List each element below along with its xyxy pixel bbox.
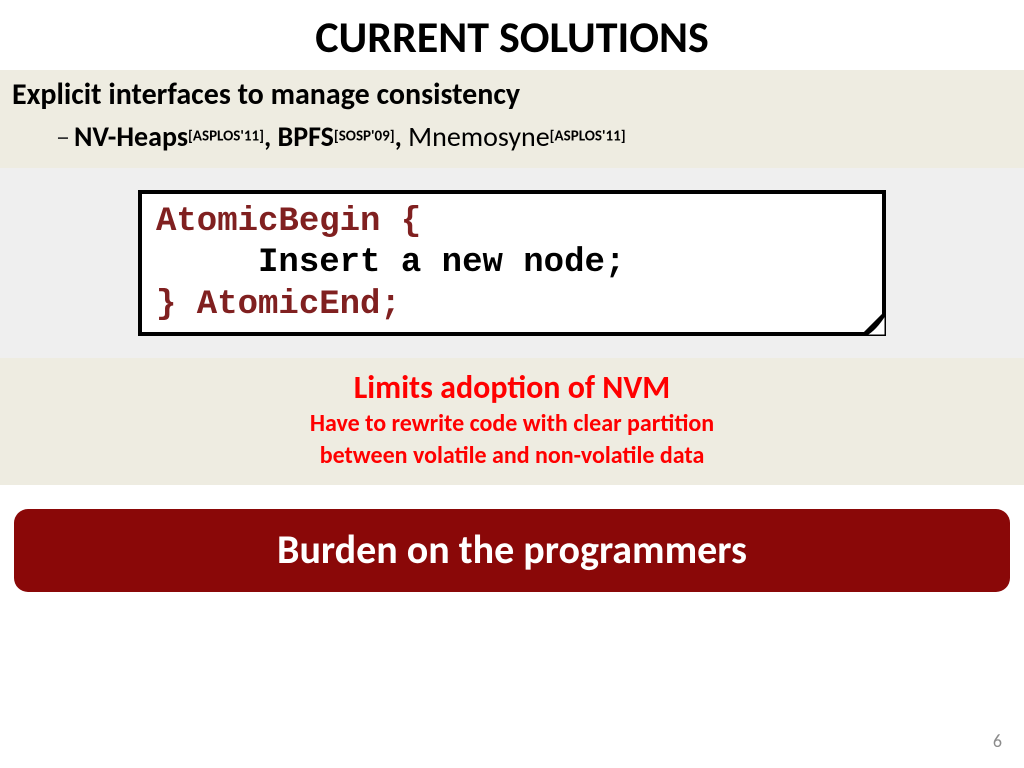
code-body: Insert a new node; <box>258 244 625 282</box>
limits-sub-1: Have to rewrite code with clear partitio… <box>10 409 1014 439</box>
slide: CURRENT SOLUTIONS Explicit interfaces to… <box>0 0 1024 768</box>
references-line: – NV-Heaps [ASPLOS'11], BPFS [SOSP'09], … <box>10 113 1014 158</box>
code-atomic-begin: AtomicBegin { <box>156 203 421 241</box>
code-snippet: AtomicBegin { Insert a new node; } Atomi… <box>138 190 886 336</box>
ref-bpfs: BPFS <box>278 119 334 154</box>
sep-1: , <box>264 119 278 154</box>
burden-callout: Burden on the programmers <box>14 509 1010 592</box>
spacer <box>0 485 1024 493</box>
header-text: Explicit interfaces to manage consistenc… <box>10 76 1014 113</box>
slide-title: CURRENT SOLUTIONS <box>0 0 1024 70</box>
ref-nvheaps: NV-Heaps <box>74 119 188 154</box>
header-band: Explicit interfaces to manage consistenc… <box>0 70 1024 168</box>
limits-title: Limits adoption of NVM <box>10 368 1014 407</box>
limits-band: Limits adoption of NVM Have to rewrite c… <box>0 358 1024 485</box>
ref-mnemosyne: Mnemosyne <box>408 119 549 154</box>
bullet-dash: – <box>56 119 70 154</box>
code-indent <box>156 244 258 282</box>
ref-mnemosyne-cite: [ASPLOS'11] <box>550 128 626 146</box>
ref-nvheaps-cite: [ASPLOS'11] <box>188 128 264 146</box>
page-number: 6 <box>993 730 1002 752</box>
code-atomic-end: } AtomicEnd; <box>156 286 401 324</box>
burden-wrap: Burden on the programmers <box>0 493 1024 592</box>
code-band: AtomicBegin { Insert a new node; } Atomi… <box>0 168 1024 358</box>
page-fold-icon <box>858 308 886 336</box>
sep-2: , <box>395 119 409 154</box>
ref-bpfs-cite: [SOSP'09] <box>334 128 395 146</box>
limits-sub-2: between volatile and non-volatile data <box>10 441 1014 471</box>
